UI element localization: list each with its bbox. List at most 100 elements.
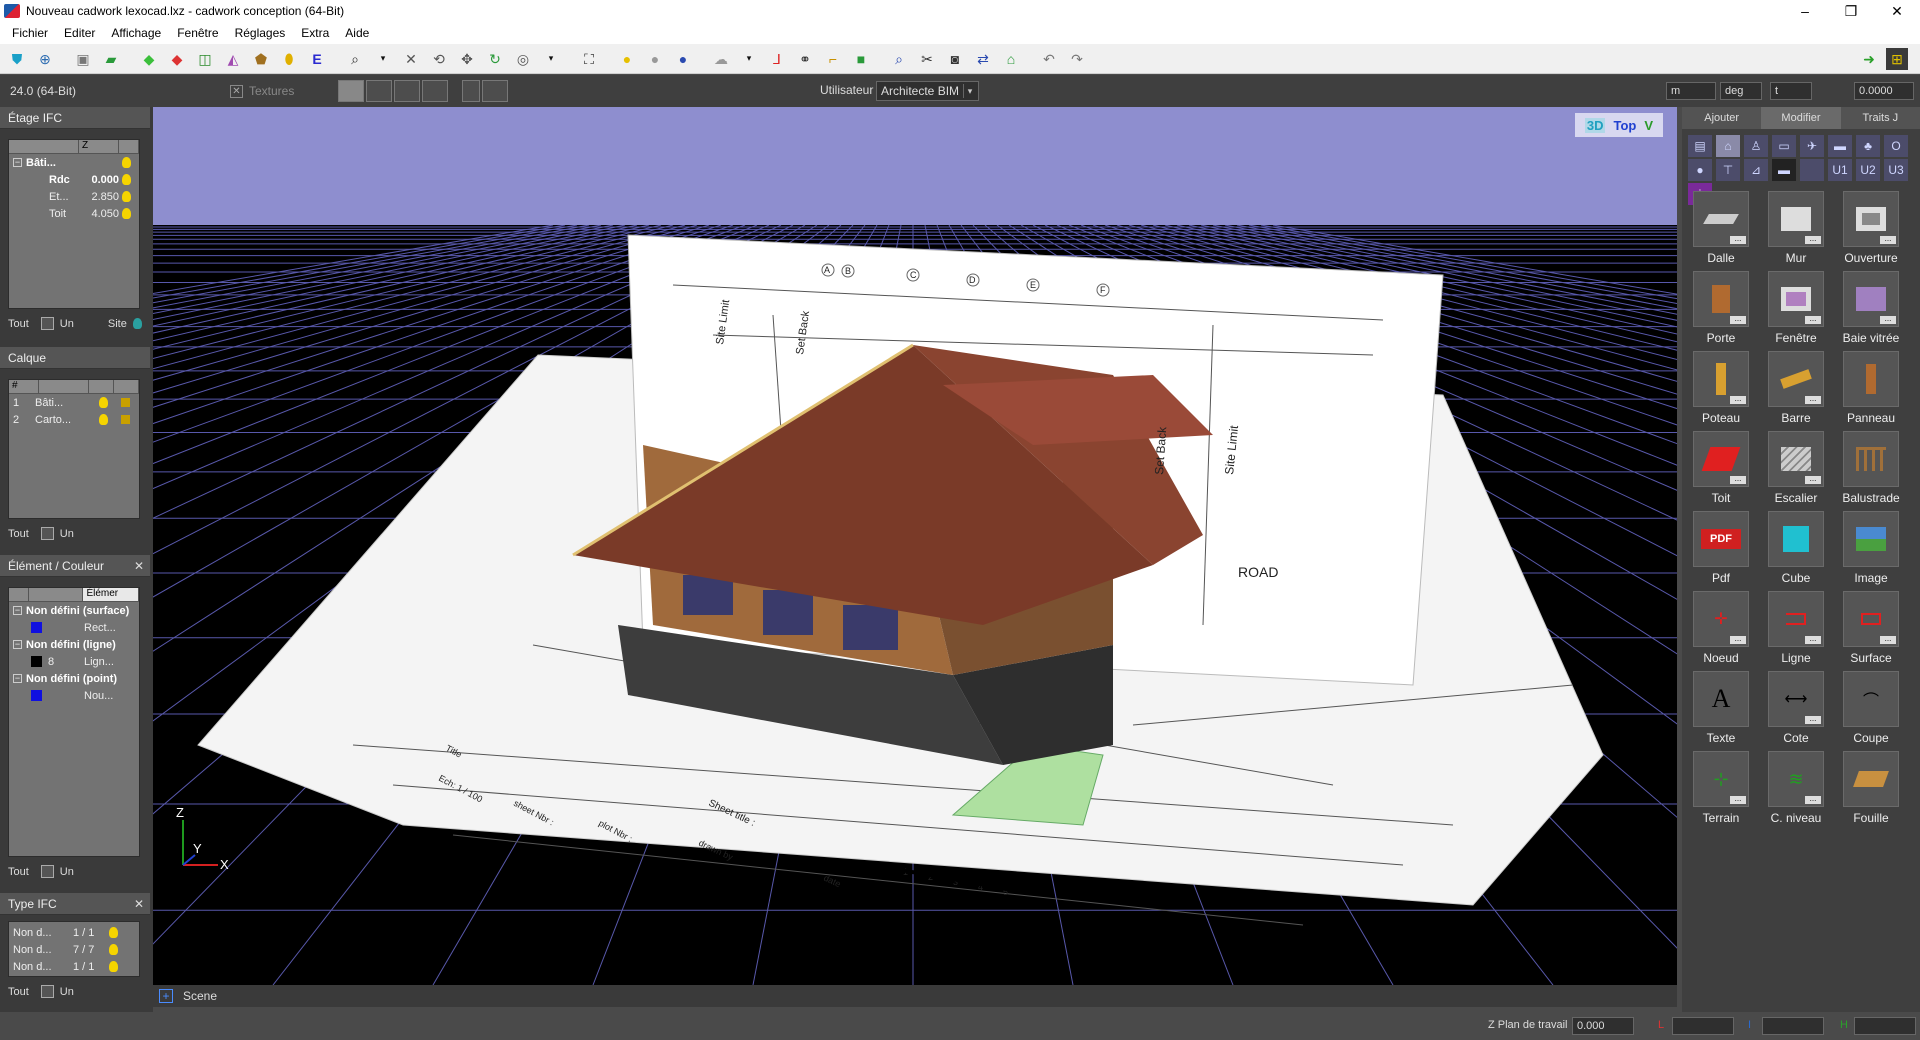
user-role-select[interactable]: Architecte BIM ▾: [876, 81, 979, 101]
tree-filter-icon[interactable]: ♣: [1856, 135, 1880, 157]
angle-unit-field[interactable]: deg: [1720, 82, 1762, 100]
scissors-icon[interactable]: ✂: [916, 48, 938, 70]
lock-icon[interactable]: [121, 398, 130, 407]
panel-element-header[interactable]: Élément / Couleur ✕: [0, 555, 150, 577]
axis-icon[interactable]: ⅃: [766, 48, 788, 70]
type-one-checkbox[interactable]: [40, 985, 54, 998]
collapse-icon[interactable]: −: [13, 674, 22, 683]
list-item[interactable]: Non d... 1 / 1: [9, 924, 139, 941]
floor-row[interactable]: Rdc 0.000: [9, 171, 139, 188]
tool-ouverture[interactable]: ... Ouverture: [1838, 191, 1904, 271]
forward-arrow-icon[interactable]: ➜: [1858, 48, 1880, 70]
menu-fichier[interactable]: Fichier: [4, 26, 56, 40]
tool-barre[interactable]: ... Barre: [1763, 351, 1829, 431]
light-on-icon[interactable]: ●: [616, 48, 638, 70]
snap-value-field[interactable]: 0.0000: [1854, 82, 1914, 100]
weight-unit-field[interactable]: t: [1770, 82, 1812, 100]
slab-filter-icon[interactable]: ▤: [1688, 135, 1712, 157]
chevron-down-icon[interactable]: ▾: [372, 48, 394, 70]
collapse-icon[interactable]: −: [13, 158, 22, 167]
textures-checkbox[interactable]: ✕: [230, 84, 243, 98]
pen-filter-icon[interactable]: ▬: [1772, 159, 1796, 181]
bulb-filter-icon[interactable]: ●: [1688, 159, 1712, 181]
exit-icon[interactable]: ⊞: [1886, 48, 1908, 70]
type-all-button[interactable]: Tout: [8, 986, 29, 998]
visibility-bulb-icon[interactable]: [122, 174, 131, 185]
tool-dalle[interactable]: ... Dalle: [1688, 191, 1754, 271]
tool-ligne[interactable]: ... Ligne: [1763, 591, 1829, 671]
collapse-icon[interactable]: −: [13, 640, 22, 649]
visibility-bulb-icon[interactable]: [122, 191, 131, 202]
plane-filter-icon[interactable]: ✈: [1800, 135, 1824, 157]
camera-icon[interactable]: ◙: [944, 48, 966, 70]
tree-row[interactable]: − Bâti...: [9, 154, 139, 171]
tool-coupe[interactable]: ⌒ Coupe: [1838, 671, 1904, 751]
hat-icon[interactable]: ⬟: [250, 48, 272, 70]
chevron-down-icon[interactable]: ▾: [738, 48, 760, 70]
element-all-button[interactable]: Tout: [8, 866, 29, 878]
visibility-bulb-icon[interactable]: [109, 927, 118, 938]
tool-porte[interactable]: ... Porte: [1688, 271, 1754, 351]
redo-icon[interactable]: ↷: [1066, 48, 1088, 70]
element-one-checkbox[interactable]: [40, 865, 54, 878]
bracket-icon[interactable]: ⌐: [822, 48, 844, 70]
prism-icon[interactable]: ◭: [222, 48, 244, 70]
rotate-icon[interactable]: ⟲: [428, 48, 450, 70]
scene-tab[interactable]: Scene: [183, 989, 217, 1003]
3d-viewport[interactable]: ROAD Site Limit Site Limit Set Back Set …: [153, 107, 1677, 985]
globe-icon[interactable]: ⊕: [34, 48, 56, 70]
menu-affichage[interactable]: Affichage: [103, 26, 169, 40]
color-swatch[interactable]: [31, 656, 42, 667]
tool-surface[interactable]: ... Surface: [1838, 591, 1904, 671]
layer-red-icon[interactable]: ◆: [166, 48, 188, 70]
list-item[interactable]: Non d... 1 / 1: [9, 958, 139, 975]
u1-filter[interactable]: U1: [1828, 159, 1852, 181]
floor-row[interactable]: Et... 2.850: [9, 188, 139, 205]
list-item[interactable]: Non d... 7 / 7: [9, 941, 139, 958]
floor-row[interactable]: Toit 4.050: [9, 205, 139, 222]
close-icon[interactable]: ✕: [134, 555, 144, 577]
ruler-filter-icon[interactable]: ⊿: [1744, 159, 1768, 181]
height-input[interactable]: [1854, 1017, 1916, 1035]
frame-button[interactable]: [462, 80, 481, 102]
visibility-bulb-icon[interactable]: [122, 157, 131, 168]
cylinder-icon[interactable]: ⬮: [278, 48, 300, 70]
u2-filter[interactable]: U2: [1856, 159, 1880, 181]
calque-one-checkbox[interactable]: [40, 527, 54, 540]
tool-fenetre[interactable]: ... Fenêtre: [1763, 271, 1829, 351]
lock-icon[interactable]: [121, 415, 130, 424]
dimension-filter-icon[interactable]: ⊤: [1716, 159, 1740, 181]
tool-toit[interactable]: ... Toit: [1688, 431, 1754, 511]
etage-all-button[interactable]: Tout: [8, 318, 29, 330]
render-mode-icon[interactable]: ▣: [72, 48, 94, 70]
layout-single-button[interactable]: [338, 80, 365, 102]
chevron-down-icon[interactable]: ▾: [540, 48, 562, 70]
cross-icon[interactable]: ✕: [400, 48, 422, 70]
tool-baie-vitree[interactable]: ... Baie vitrée: [1838, 271, 1904, 351]
layout-three-button[interactable]: [394, 80, 421, 102]
close-button[interactable]: ✕: [1874, 0, 1920, 22]
layer-green-icon[interactable]: ◆: [138, 48, 160, 70]
light-info-icon[interactable]: ●: [672, 48, 694, 70]
split-button[interactable]: [482, 80, 509, 102]
visibility-bulb-icon[interactable]: [109, 944, 118, 955]
cube-wire-icon[interactable]: ◫: [194, 48, 216, 70]
add-scene-icon[interactable]: +: [159, 989, 173, 1003]
probe-icon[interactable]: ⌕: [888, 48, 910, 70]
tree-row[interactable]: 8 Lign...: [9, 653, 139, 670]
car-filter-icon[interactable]: ▭: [1772, 135, 1796, 157]
tree-row[interactable]: Rect...: [9, 619, 139, 636]
length-unit-field[interactable]: m: [1666, 82, 1716, 100]
view-v-button[interactable]: V: [1644, 118, 1653, 133]
layer-row[interactable]: 1 Bâti...: [9, 394, 139, 411]
binoculars-icon[interactable]: ⚭: [794, 48, 816, 70]
width-input[interactable]: [1762, 1017, 1824, 1035]
maximize-button[interactable]: ❐: [1828, 0, 1874, 22]
light-off-icon[interactable]: ●: [644, 48, 666, 70]
visibility-bulb-icon[interactable]: [99, 397, 108, 408]
tool-fouille[interactable]: Fouille: [1838, 751, 1904, 831]
layout-four-button[interactable]: [422, 80, 449, 102]
orbit-icon[interactable]: ◎: [512, 48, 534, 70]
close-icon[interactable]: ✕: [134, 893, 144, 915]
truck-filter-icon[interactable]: ▬: [1828, 135, 1852, 157]
